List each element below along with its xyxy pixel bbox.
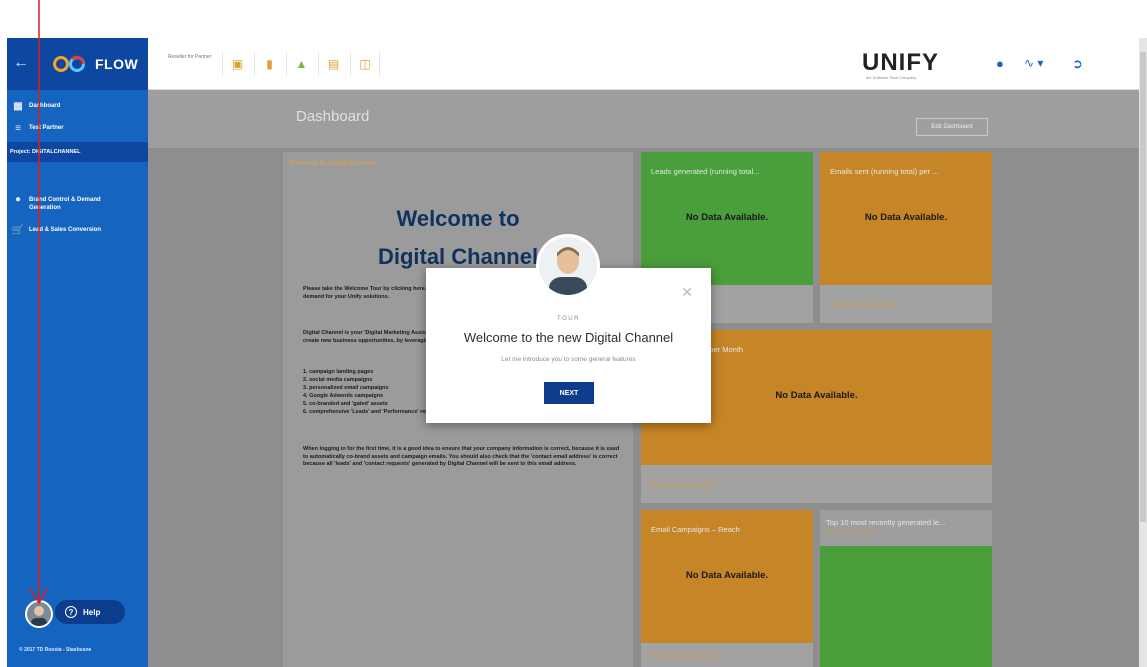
no-data-text: No Data Available. xyxy=(685,212,769,223)
emails-sent-tile[interactable]: Emails sent (running total) per ... No D… xyxy=(820,152,992,285)
no-data-text: No Data Available. xyxy=(864,212,948,223)
page-title: Dashboard xyxy=(296,108,370,125)
scrollbar-thumb[interactable] xyxy=(1140,52,1146,522)
brand-tagline: the Software Flow Company xyxy=(866,75,917,80)
tile-subtitle: Demand Generation xyxy=(826,530,876,536)
document-icon[interactable]: ▤ xyxy=(318,52,348,76)
edit-dashboard-button[interactable]: Edit Dashboard xyxy=(916,118,988,136)
help-button[interactable]: ? Help xyxy=(55,600,125,624)
help-label: Help xyxy=(83,607,101,617)
reach-tile-footer: Demand Generation xyxy=(641,643,813,667)
per-month-tile-footer: Demand Generation xyxy=(641,465,992,503)
leads-generated-tile[interactable]: Leads generated (running total... No Dat… xyxy=(641,152,813,285)
tile-title: Top 10 most recently generated le... xyxy=(826,518,946,527)
emails-tile-footer: Demand Generation xyxy=(820,285,992,323)
email-campaigns-reach-tile[interactable]: Email Campaigns – Reach No Data Availabl… xyxy=(641,510,813,643)
modal-eyebrow: TOUR xyxy=(557,316,580,322)
tile-chart-area xyxy=(820,546,992,667)
person-icon xyxy=(539,237,597,295)
unify-brand-logo: UNIFY xyxy=(862,49,939,76)
logo-text: FLOW xyxy=(95,56,139,72)
logout-icon[interactable]: ➲ xyxy=(1072,56,1083,72)
tile-title: Email Campaigns – Reach xyxy=(651,525,740,534)
tile-title: Emails sent (running total) per ... xyxy=(830,167,939,176)
globe-icon[interactable]: ● xyxy=(996,56,1004,71)
modal-headline: Welcome to the new Digital Channel xyxy=(463,330,674,345)
tile-title: Leads generated (running total... xyxy=(651,167,760,176)
question-icon: ? xyxy=(65,606,77,618)
close-icon[interactable]: ✕ xyxy=(681,284,693,301)
tour-guide-avatar xyxy=(536,234,600,298)
chart-up-icon[interactable]: ▲ xyxy=(286,52,316,76)
activity-icon[interactable]: ∿ ▾ xyxy=(1024,56,1043,70)
top-bar: Reseller for Partner ▣ ▮ ▲ ▤ ◫ UNIFY the… xyxy=(148,38,1139,90)
next-button[interactable]: NEXT xyxy=(544,382,594,404)
dashboard-header: Dashboard Edit Dashboard xyxy=(148,90,1139,148)
welcome-heading-line1: Welcome to xyxy=(396,206,520,231)
modal-subtext: Let me introduce you to some general fea… xyxy=(501,356,636,363)
page-scrollbar[interactable] xyxy=(1139,38,1147,667)
context-label: Reseller for Partner xyxy=(168,54,212,60)
copy-icon[interactable]: ◫ xyxy=(350,52,380,76)
chat-icon[interactable]: ▮ xyxy=(254,52,284,76)
top10-leads-tile[interactable]: Top 10 most recently generated le... Dem… xyxy=(820,510,992,667)
annotation-arrow-icon xyxy=(29,0,49,605)
briefcase-icon[interactable]: ▣ xyxy=(222,52,252,76)
welcome-card-title: Welcome to Digital Channel xyxy=(289,160,376,167)
copyright-text: © 2017 TD Roosta - Stasbusne xyxy=(19,647,92,653)
no-data-text: No Data Available. xyxy=(685,570,769,581)
welcome-paragraph-3: When logging in for the first time, it i… xyxy=(303,446,620,467)
